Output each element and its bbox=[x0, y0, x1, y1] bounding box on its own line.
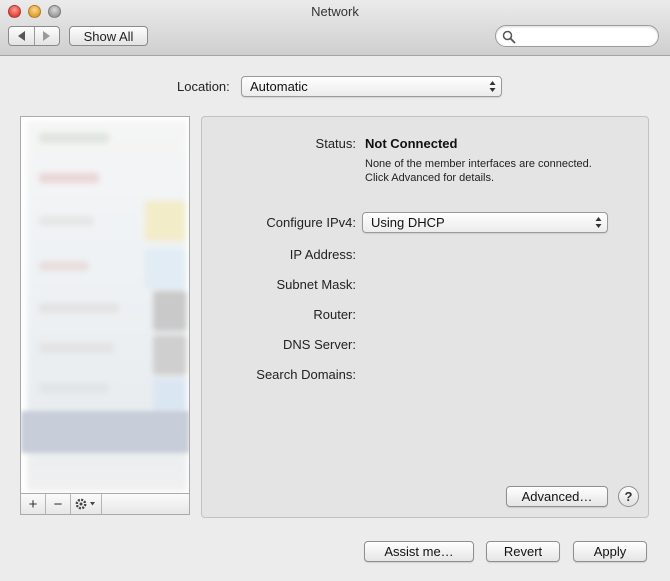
location-value: Automatic bbox=[250, 79, 308, 94]
location-popup[interactable]: Automatic bbox=[241, 76, 502, 97]
forward-arrow-icon bbox=[43, 31, 51, 41]
dns-server-label: DNS Server: bbox=[283, 337, 356, 352]
apply-button[interactable]: Apply bbox=[573, 541, 647, 562]
window-title: Network bbox=[311, 4, 359, 19]
configure-ipv4-popup[interactable]: Using DHCP bbox=[362, 212, 608, 233]
revert-button[interactable]: Revert bbox=[486, 541, 560, 562]
show-all-button[interactable]: Show All bbox=[69, 26, 148, 46]
popup-arrows-icon bbox=[489, 81, 496, 92]
service-list-toolbar: + − bbox=[20, 494, 190, 515]
configure-ipv4-label: Configure IPv4: bbox=[266, 215, 356, 230]
router-label: Router: bbox=[313, 307, 356, 322]
status-label: Status: bbox=[315, 136, 356, 151]
location-label: Location: bbox=[177, 79, 230, 94]
configure-ipv4-value: Using DHCP bbox=[371, 215, 445, 230]
popup-arrows-icon bbox=[595, 217, 602, 228]
search-domains-label: Search Domains: bbox=[256, 367, 356, 382]
status-value: Not Connected bbox=[365, 136, 458, 151]
back-forward-group bbox=[8, 26, 60, 46]
subnet-mask-label: Subnet Mask: bbox=[276, 277, 357, 292]
ip-address-label: IP Address: bbox=[289, 247, 356, 262]
network-service-list[interactable] bbox=[20, 116, 190, 494]
advanced-button[interactable]: Advanced… bbox=[506, 486, 608, 507]
action-menu-button[interactable] bbox=[71, 494, 102, 514]
forward-button[interactable] bbox=[33, 27, 60, 45]
remove-service-button[interactable]: − bbox=[46, 494, 71, 514]
selected-service-row[interactable] bbox=[21, 411, 189, 453]
status-detail-text: None of the member interfaces are connec… bbox=[365, 158, 592, 184]
back-button[interactable] bbox=[9, 27, 34, 45]
assist-me-button[interactable]: Assist me… bbox=[364, 541, 474, 562]
add-service-button[interactable]: + bbox=[21, 494, 46, 514]
search-input[interactable] bbox=[520, 28, 650, 44]
back-arrow-icon bbox=[17, 31, 25, 41]
help-button[interactable]: ? bbox=[618, 486, 639, 507]
search-field[interactable] bbox=[495, 25, 659, 47]
gear-icon bbox=[75, 498, 95, 510]
window-titlebar: Network Show All bbox=[0, 0, 670, 56]
search-icon bbox=[502, 30, 516, 44]
